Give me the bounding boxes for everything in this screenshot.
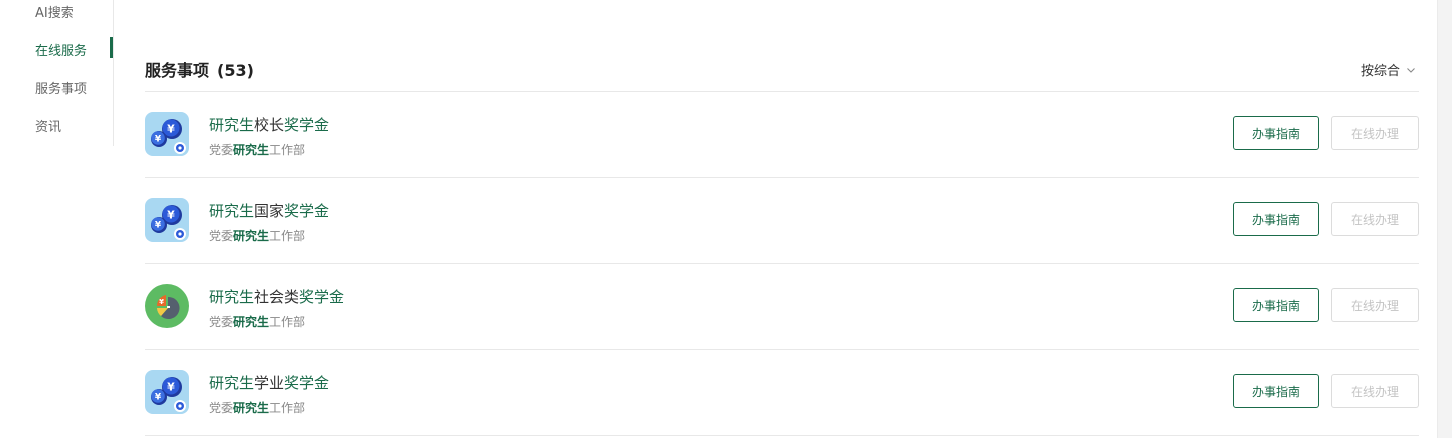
svg-text:¥: ¥ — [159, 298, 164, 306]
coins-gear-icon: ¥ ¥ — [145, 198, 189, 242]
department-prefix: 党委 — [209, 401, 234, 415]
coins-gear-icon: ¥ ¥ — [145, 112, 189, 156]
department-suffix: 工作部 — [269, 401, 306, 415]
service-title[interactable]: 研究生国家奖学金 — [209, 200, 329, 221]
service-title-middle: 校长 — [254, 116, 285, 134]
svg-text:¥: ¥ — [155, 221, 162, 231]
service-department: 党委研究生工作部 — [209, 399, 305, 416]
sort-label: 按综合 — [1361, 64, 1401, 79]
service-department: 党委研究生工作部 — [209, 313, 305, 330]
service-department: 党委研究生工作部 — [209, 227, 305, 244]
sidebar: AI搜索 在线服务 服务事项 资讯 — [0, 0, 114, 146]
sidebar-item-news[interactable]: 资讯 — [35, 116, 61, 135]
service-title-prefix: 研究生 — [209, 116, 255, 134]
service-title[interactable]: 研究生学业奖学金 — [209, 372, 329, 393]
guide-button[interactable]: 办事指南 — [1233, 288, 1319, 322]
scrollbar[interactable] — [1437, 0, 1452, 438]
service-title-middle: 国家 — [254, 202, 285, 220]
svg-text:¥: ¥ — [167, 123, 175, 136]
sidebar-item-online-service[interactable]: 在线服务 — [35, 40, 87, 59]
guide-button[interactable]: 办事指南 — [1233, 202, 1319, 236]
result-count: (53) — [217, 61, 254, 80]
department-prefix: 党委 — [209, 315, 234, 329]
online-apply-button[interactable]: 在线办理 — [1331, 288, 1419, 322]
sidebar-item-ai-search[interactable]: AI搜索 — [35, 2, 74, 21]
guide-button[interactable]: 办事指南 — [1233, 116, 1319, 150]
service-title-prefix: 研究生 — [209, 288, 255, 306]
department-suffix: 工作部 — [269, 229, 306, 243]
department-highlight: 研究生 — [233, 315, 270, 329]
service-title-suffix: 奖学金 — [284, 116, 330, 134]
service-row[interactable]: ¥ ¥ 研究生国家奖学金 党委研究生工作部 办事指南 在线办理 — [145, 178, 1419, 264]
row-divider — [145, 435, 1419, 436]
online-apply-button[interactable]: 在线办理 — [1331, 202, 1419, 236]
coins-gear-icon: ¥ ¥ — [145, 370, 189, 414]
page-title: 服务事项 (53) — [145, 57, 254, 81]
department-highlight: 研究生 — [233, 229, 270, 243]
service-title-suffix: 奖学金 — [284, 202, 330, 220]
service-title[interactable]: 研究生社会类奖学金 — [209, 286, 344, 307]
service-row[interactable]: ¥ ¥ 研究生校长奖学金 党委研究生工作部 办事指南 在线办理 — [145, 92, 1419, 178]
department-highlight: 研究生 — [233, 143, 270, 157]
svg-text:¥: ¥ — [167, 209, 175, 222]
department-suffix: 工作部 — [269, 315, 306, 329]
service-title-middle: 学业 — [254, 374, 285, 392]
department-prefix: 党委 — [209, 143, 234, 157]
svg-text:¥: ¥ — [155, 135, 162, 145]
sidebar-active-indicator — [110, 37, 113, 58]
service-department: 党委研究生工作部 — [209, 141, 305, 158]
online-apply-button[interactable]: 在线办理 — [1331, 374, 1419, 408]
department-highlight: 研究生 — [233, 401, 270, 415]
service-title-prefix: 研究生 — [209, 202, 255, 220]
page-title-text: 服务事项 — [145, 61, 210, 80]
service-title-middle: 社会类 — [254, 288, 300, 306]
online-apply-button[interactable]: 在线办理 — [1331, 116, 1419, 150]
svg-text:¥: ¥ — [167, 381, 175, 394]
service-title-suffix: 奖学金 — [299, 288, 345, 306]
svg-text:¥: ¥ — [155, 393, 162, 403]
sort-dropdown[interactable]: 按综合 — [1361, 60, 1416, 79]
department-suffix: 工作部 — [269, 143, 306, 157]
pie-chart-icon: ¥ — [145, 284, 189, 328]
service-title[interactable]: 研究生校长奖学金 — [209, 114, 329, 135]
sidebar-item-service-items[interactable]: 服务事项 — [35, 78, 87, 97]
department-prefix: 党委 — [209, 229, 234, 243]
service-row[interactable]: ¥ 研究生社会类奖学金 党委研究生工作部 办事指南 在线办理 — [145, 264, 1419, 350]
guide-button[interactable]: 办事指南 — [1233, 374, 1319, 408]
chevron-down-icon — [1407, 67, 1415, 73]
service-row[interactable]: ¥ ¥ 研究生学业奖学金 党委研究生工作部 办事指南 在线办理 — [145, 350, 1419, 436]
service-title-suffix: 奖学金 — [284, 374, 330, 392]
service-title-prefix: 研究生 — [209, 374, 255, 392]
